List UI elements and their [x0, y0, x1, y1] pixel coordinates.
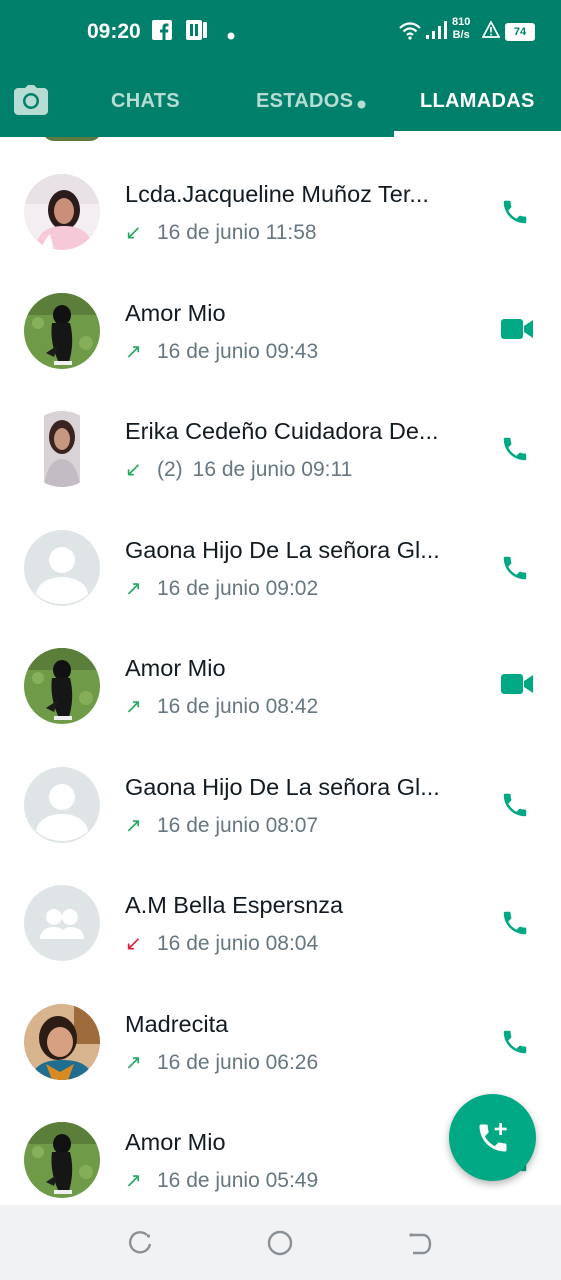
- call-details: ↗ 16 de junio 08:07: [125, 813, 318, 838]
- contact-name: Amor Mio: [125, 1129, 226, 1155]
- call-details: ↙ (2) 16 de junio 09:11: [125, 457, 352, 482]
- recent-apps-icon[interactable]: [127, 1231, 153, 1262]
- tab-llamadas[interactable]: LLAMADAS: [420, 90, 535, 113]
- call-details: ↗ 16 de junio 09:02: [125, 576, 318, 601]
- outgoing-call-arrow-icon: ↗: [125, 1170, 142, 1192]
- call-time: 16 de junio 08:04: [157, 932, 319, 955]
- incoming-call-arrow-icon: ↙: [125, 459, 142, 481]
- incoming-call-arrow-icon: ↙: [125, 222, 142, 244]
- video-call-icon[interactable]: [500, 669, 534, 704]
- call-row[interactable]: Madrecita ↗ 16 de junio 06:26: [0, 957, 561, 1080]
- status-update-dot-icon: [357, 96, 366, 114]
- new-call-button[interactable]: [449, 1094, 536, 1181]
- call-row[interactable]: Amor Mio ↗ 16 de junio 09:43: [0, 246, 561, 369]
- outgoing-call-arrow-icon: ↗: [125, 814, 142, 837]
- outgoing-call-arrow-icon: ↗: [125, 577, 142, 600]
- contact-name: Madrecita: [125, 1010, 229, 1037]
- call-row[interactable]: Gaona Hijo De La señora Gl... ↗ 16 de juni…: [0, 483, 561, 606]
- call-details: ↗ 16 de junio 09:43: [125, 339, 318, 364]
- call-details: ↙ 16 de junio 11:58: [125, 220, 317, 245]
- missed-call-arrow-icon: ↙: [125, 933, 142, 955]
- call-time: 16 de junio 08:07: [157, 813, 319, 837]
- contact-avatar[interactable]: [24, 766, 100, 843]
- call-row[interactable]: Amor Mio ↗ 16 de junio 08:42: [0, 601, 561, 724]
- contact-name: Gaona Hijo De La señora Gl...: [125, 536, 440, 563]
- contact-avatar[interactable]: [24, 174, 100, 250]
- call-time: 16 de junio 11:58: [157, 221, 317, 244]
- call-details: ↗ 16 de junio 08:42: [125, 694, 318, 719]
- status-time: 09:20: [87, 20, 141, 43]
- phone-icon[interactable]: [500, 434, 530, 469]
- contact-name: Gaona Hijo De La señora Gl...: [125, 773, 440, 800]
- back-icon[interactable]: [407, 1231, 433, 1262]
- call-row[interactable]: Lcda.Jacqueline Muñoz Ter... ↙ 16 de junio…: [0, 137, 561, 250]
- call-time: 16 de junio 09:02: [157, 576, 319, 600]
- wifi-icon: [398, 20, 422, 45]
- call-details: ↙ 16 de junio 08:04: [125, 931, 318, 956]
- contact-avatar[interactable]: [24, 1003, 100, 1080]
- network-speed-value: 810: [452, 16, 471, 28]
- phone-icon[interactable]: [500, 553, 530, 588]
- alert-icon: [481, 20, 501, 44]
- tab-bar: CHATS ESTADOS LLAMADAS: [0, 62, 561, 137]
- outgoing-call-arrow-icon: ↗: [125, 340, 142, 363]
- calls-list: Lcda.Jacqueline Muñoz Ter... ↙ 16 de junio…: [0, 137, 561, 1205]
- contact-name: Amor Mio: [125, 655, 226, 681]
- battery-indicator: 74: [505, 23, 535, 41]
- call-time: 16 de junio 05:49: [157, 1169, 319, 1192]
- contact-avatar[interactable]: [24, 411, 100, 487]
- app-notification-icon: [186, 20, 208, 45]
- contact-avatar[interactable]: [24, 1122, 100, 1198]
- call-count: (2): [157, 458, 183, 481]
- phone-icon[interactable]: [500, 1027, 530, 1062]
- home-icon[interactable]: [266, 1229, 294, 1262]
- system-navigation-bar: [0, 1205, 561, 1280]
- call-row[interactable]: Erika Cedeño Cuidadora De... ↙ (2) 16 de ju…: [0, 364, 561, 487]
- camera-icon[interactable]: [14, 85, 48, 120]
- call-time: 16 de junio 09:11: [192, 458, 353, 481]
- phone-icon[interactable]: [500, 908, 530, 943]
- contact-name: Lcda.Jacqueline Muñoz Ter...: [125, 181, 429, 207]
- video-call-icon[interactable]: [500, 314, 534, 349]
- tab-estados[interactable]: ESTADOS: [256, 90, 353, 113]
- signal-icon: [424, 20, 448, 45]
- tab-chats[interactable]: CHATS: [111, 90, 180, 113]
- app-header: 09:20 810 B/s 74 CHATS ESTADOS LLAMADAS: [0, 0, 561, 137]
- call-details: ↗ 16 de junio 06:26: [125, 1050, 318, 1075]
- contact-avatar[interactable]: [24, 885, 100, 961]
- contact-avatar[interactable]: [24, 648, 100, 724]
- contact-avatar[interactable]: [24, 292, 100, 369]
- call-row[interactable]: Gaona Hijo De La señora Gl... ↗ 16 de juni…: [0, 720, 561, 843]
- network-speed-unit: B/s: [452, 29, 470, 41]
- call-time: 16 de junio 09:43: [157, 339, 319, 363]
- call-time: 16 de junio 06:26: [157, 1050, 319, 1074]
- facebook-icon: [152, 20, 172, 45]
- contact-name: Amor Mio: [125, 299, 226, 326]
- contact-avatar[interactable]: [24, 529, 100, 606]
- outgoing-call-arrow-icon: ↗: [125, 696, 142, 718]
- contact-name: Erika Cedeño Cuidadora De...: [125, 418, 439, 444]
- contact-name: A.M Bella Espersnza: [125, 892, 344, 918]
- phone-icon[interactable]: [500, 197, 530, 232]
- call-details: ↗ 16 de junio 05:49: [125, 1168, 318, 1193]
- phone-icon[interactable]: [500, 790, 530, 825]
- call-row[interactable]: A.M Bella Espersnza ↙ 16 de junio 08:04: [0, 838, 561, 961]
- network-speed: 810 B/s: [452, 16, 470, 42]
- add-call-icon: [475, 1120, 511, 1161]
- call-time: 16 de junio 08:42: [157, 695, 319, 718]
- status-bar: 09:20 810 B/s 74: [0, 0, 561, 62]
- notification-dot-icon: [227, 27, 235, 45]
- outgoing-call-arrow-icon: ↗: [125, 1051, 142, 1074]
